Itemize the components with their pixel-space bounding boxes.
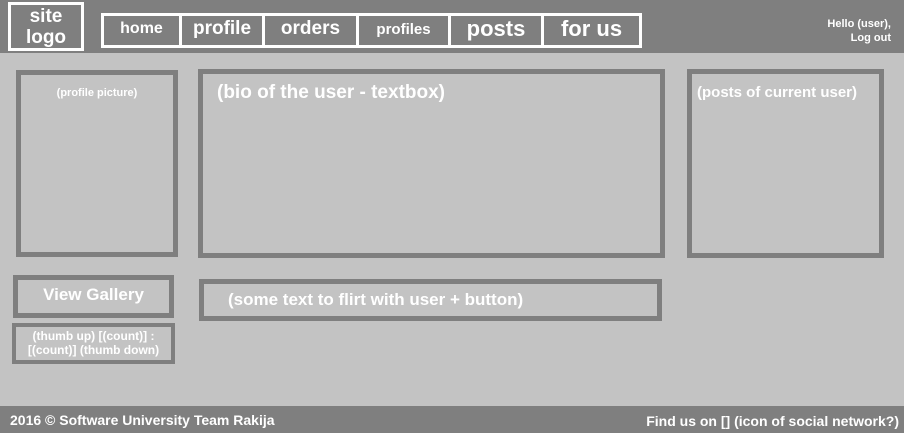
profile-picture: (profile picture) <box>16 70 178 257</box>
main-nav: home profile orders profiles posts for u… <box>101 13 642 48</box>
social-links: Find us on [] (icon of social network?) <box>646 413 899 429</box>
bio-label: (bio of the user - textbox) <box>217 82 445 103</box>
profile-picture-label: (profile picture) <box>56 87 138 99</box>
user-greeting: Hello (user), <box>827 18 891 30</box>
logo-line-2: logo <box>25 26 67 48</box>
thumb-up-vote[interactable]: (thumb up) [(count)] : <box>33 329 155 343</box>
user-posts-panel: (posts of current user) <box>687 69 884 258</box>
social-suffix: (icon of social network?) <box>730 413 899 429</box>
logo-line-1: site <box>29 5 63 27</box>
nav-for-us[interactable]: for us <box>544 16 639 45</box>
social-prefix: Find us on <box>646 413 721 429</box>
nav-posts[interactable]: posts <box>451 16 544 45</box>
footer: 2016 © Software University Team Rakija F… <box>0 406 904 433</box>
user-posts-label: (posts of current user) <box>697 84 858 101</box>
site-logo[interactable]: site logo <box>8 2 84 51</box>
thumb-down-vote[interactable]: [(count)] (thumb down) <box>28 343 159 357</box>
nav-profiles[interactable]: profiles <box>359 16 451 45</box>
view-gallery-button[interactable]: View Gallery <box>13 275 174 318</box>
nav-home[interactable]: home <box>104 16 182 45</box>
nav-profile[interactable]: profile <box>182 16 265 45</box>
nav-orders[interactable]: orders <box>265 16 359 45</box>
user-box: Hello (user), Log out <box>827 17 891 45</box>
bio-textbox[interactable]: (bio of the user - textbox) <box>198 69 665 258</box>
vote-box: (thumb up) [(count)] : [(count)] (thumb … <box>12 323 175 364</box>
social-network-icon[interactable]: [] <box>721 413 730 429</box>
logout-link[interactable]: Log out <box>827 31 891 45</box>
flirt-box: (some text to flirt with user + button) <box>199 279 662 321</box>
copyright-text: 2016 © Software University Team Rakija <box>10 412 275 428</box>
flirt-label: (some text to flirt with user + button) <box>228 290 524 309</box>
header: site logo home profile orders profiles p… <box>0 0 904 53</box>
